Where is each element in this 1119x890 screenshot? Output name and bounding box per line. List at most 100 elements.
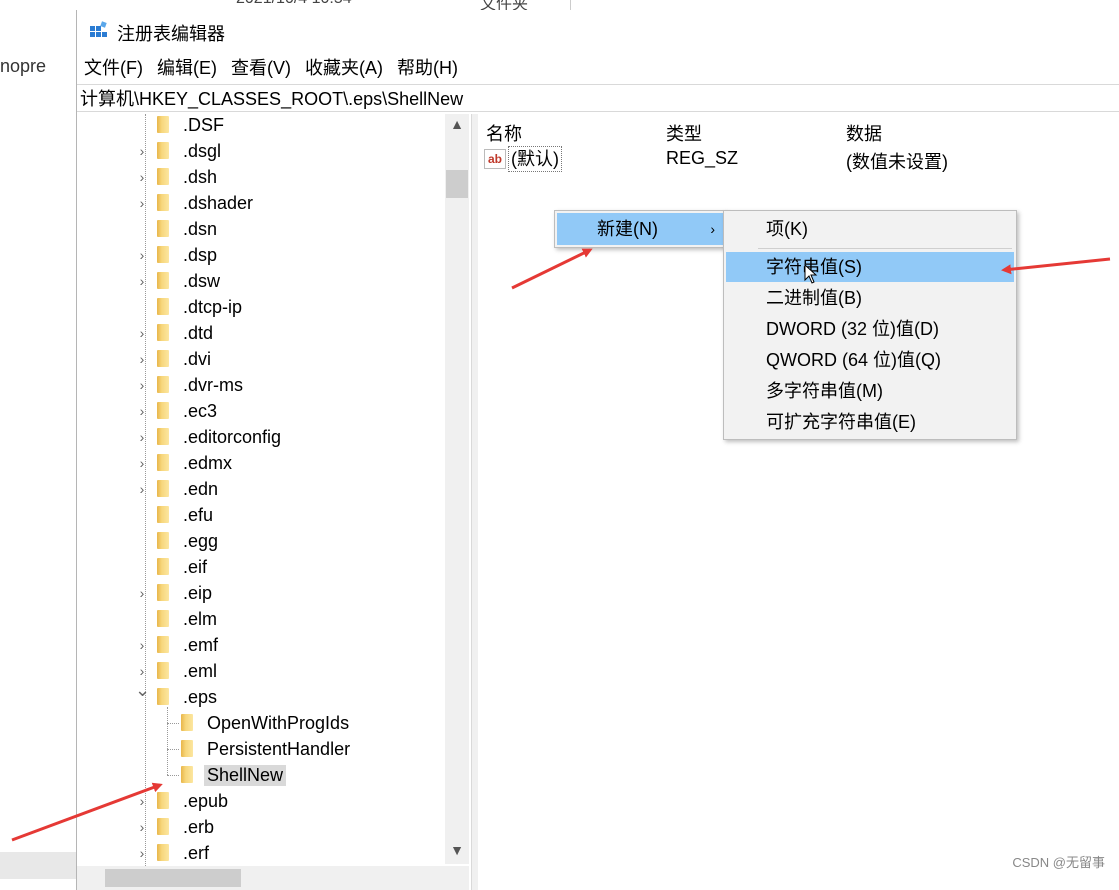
- folder-icon: [157, 610, 169, 627]
- tree-key[interactable]: › .erb: [77, 814, 445, 840]
- hscroll-thumb[interactable]: [105, 869, 241, 887]
- submenu-item-string-value[interactable]: 字符串值(S): [726, 252, 1014, 282]
- chevron-right-icon[interactable]: ›: [135, 325, 149, 341]
- tree-connector: [145, 114, 146, 890]
- chevron-right-icon[interactable]: ›: [135, 819, 149, 835]
- folder-icon: [157, 688, 169, 705]
- tree-key[interactable]: › .ec3: [77, 398, 445, 424]
- tree-key[interactable]: › .eip: [77, 580, 445, 606]
- tree-key[interactable]: › .dsw: [77, 268, 445, 294]
- tree-key[interactable]: .DSF: [77, 114, 445, 138]
- chevron-right-icon[interactable]: ›: [135, 481, 149, 497]
- chevron-right-icon[interactable]: ›: [135, 169, 149, 185]
- menu-bar: 文件(F) 编辑(E) 查看(V) 收藏夹(A) 帮助(H): [77, 54, 465, 82]
- chevron-right-icon[interactable]: ›: [135, 247, 149, 263]
- submenu-item-binary-value[interactable]: 二进制值(B): [724, 283, 1016, 313]
- tree-key[interactable]: .egg: [77, 528, 445, 554]
- tree-item-label: .erf: [183, 842, 210, 863]
- tree-key[interactable]: › .dsgl: [77, 138, 445, 164]
- context-menu: 新建(N) ›: [554, 210, 726, 248]
- chevron-right-icon[interactable]: ›: [135, 403, 149, 419]
- chevron-right-icon[interactable]: ›: [135, 143, 149, 159]
- address-bar[interactable]: 计算机\HKEY_CLASSES_ROOT\.eps\ShellNew: [77, 84, 1119, 112]
- tree-item-label: ShellNew: [204, 764, 287, 786]
- tree-key[interactable]: › .eml: [77, 658, 445, 684]
- menu-edit[interactable]: 编辑(E): [150, 54, 224, 82]
- tree-key[interactable]: › .dvr-ms: [77, 372, 445, 398]
- scroll-up-icon[interactable]: ▲: [445, 116, 469, 132]
- column-data[interactable]: 数据: [846, 120, 882, 146]
- menu-view[interactable]: 查看(V): [224, 54, 298, 82]
- menu-new-label: 新建(N): [597, 219, 658, 239]
- tree-subkey[interactable]: ShellNew: [77, 762, 445, 788]
- background-text: nopre: [0, 56, 47, 76]
- tree-horizontal-scrollbar[interactable]: [77, 866, 469, 890]
- menu-help[interactable]: 帮助(H): [390, 54, 465, 82]
- chevron-right-icon[interactable]: ›: [135, 455, 149, 471]
- submenu-item-qword-value[interactable]: QWORD (64 位)值(Q): [724, 345, 1016, 375]
- submenu-item-dword-value[interactable]: DWORD (32 位)值(D): [724, 314, 1016, 344]
- background-bottom-strip: [0, 852, 76, 879]
- chevron-right-icon[interactable]: ›: [135, 845, 149, 861]
- submenu-item-key[interactable]: 项(K): [724, 214, 1016, 244]
- tree-key[interactable]: › .dtd: [77, 320, 445, 346]
- folder-icon: [157, 454, 169, 471]
- chevron-right-icon[interactable]: ›: [135, 195, 149, 211]
- chevron-right-icon: ›: [710, 221, 715, 237]
- chevron-right-icon[interactable]: ›: [135, 585, 149, 601]
- title-bar[interactable]: 注册表编辑器: [77, 10, 1119, 52]
- chevron-right-icon[interactable]: ›: [135, 663, 149, 679]
- tree-key[interactable]: .dsn: [77, 216, 445, 242]
- chevron-right-icon[interactable]: ›: [135, 637, 149, 653]
- tree-key[interactable]: ⌄ .eps: [77, 680, 445, 710]
- mouse-cursor-icon: [804, 264, 818, 284]
- folder-icon: [157, 636, 169, 653]
- menu-favorites[interactable]: 收藏夹(A): [298, 54, 390, 82]
- key-tree[interactable]: .DSF › .dsgl › .dsh › .dshader .dsn › .dsp › .dsw .d…: [77, 114, 469, 890]
- tree-key[interactable]: › .emf: [77, 632, 445, 658]
- folder-icon: [157, 402, 169, 419]
- tree-key[interactable]: .dtcp-ip: [77, 294, 445, 320]
- chevron-right-icon[interactable]: ›: [135, 377, 149, 393]
- tree-key[interactable]: › .erf: [77, 840, 445, 866]
- chevron-right-icon[interactable]: ›: [135, 351, 149, 367]
- tree-key[interactable]: › .dvi: [77, 346, 445, 372]
- chevron-right-icon[interactable]: ›: [135, 273, 149, 289]
- value-type: REG_SZ: [666, 148, 739, 168]
- tree-key[interactable]: .efu: [77, 502, 445, 528]
- tree-item-label: .edmx: [183, 452, 233, 473]
- tree-key[interactable]: › .edmx: [77, 450, 445, 476]
- scroll-down-icon[interactable]: ▼: [445, 842, 469, 858]
- tree-key[interactable]: › .dshader: [77, 190, 445, 216]
- tree-key[interactable]: › .edn: [77, 476, 445, 502]
- tree-key[interactable]: › .dsp: [77, 242, 445, 268]
- value-name[interactable]: (默认): [508, 146, 562, 172]
- tree-key[interactable]: › .epub: [77, 788, 445, 814]
- menu-new[interactable]: 新建(N) ›: [557, 213, 723, 245]
- tree-vertical-scrollbar[interactable]: ▲ ▼: [445, 114, 469, 864]
- tree-key[interactable]: › .editorconfig: [77, 424, 445, 450]
- tree-item-label: .dtd: [183, 322, 214, 343]
- column-type[interactable]: 类型: [666, 120, 702, 146]
- tree-subkey[interactable]: OpenWithProgIds: [77, 710, 445, 736]
- tree-subkey[interactable]: PersistentHandler: [77, 736, 445, 762]
- scroll-thumb[interactable]: [446, 170, 468, 198]
- folder-icon: [157, 298, 169, 315]
- tree-key[interactable]: .eif: [77, 554, 445, 580]
- chevron-down-icon[interactable]: ⌄: [135, 680, 150, 701]
- submenu-item-multi-string-value[interactable]: 多字符串值(M): [724, 376, 1016, 406]
- background-divider: [570, 0, 571, 10]
- tree-item-label: .dtcp-ip: [183, 296, 243, 317]
- submenu-item-expandable-string-value[interactable]: 可扩充字符串值(E): [724, 407, 1016, 437]
- menu-file[interactable]: 文件(F): [77, 54, 150, 82]
- folder-icon: [157, 584, 169, 601]
- folder-icon: [181, 766, 193, 783]
- tree-key[interactable]: .elm: [77, 606, 445, 632]
- folder-icon: [157, 324, 169, 341]
- column-name[interactable]: 名称: [486, 120, 522, 146]
- tree-item-label: .dsp: [183, 244, 218, 265]
- tree-key[interactable]: › .dsh: [77, 164, 445, 190]
- chevron-right-icon[interactable]: ›: [135, 793, 149, 809]
- submenu-label: 二进制值(B): [766, 288, 862, 308]
- chevron-right-icon[interactable]: ›: [135, 429, 149, 445]
